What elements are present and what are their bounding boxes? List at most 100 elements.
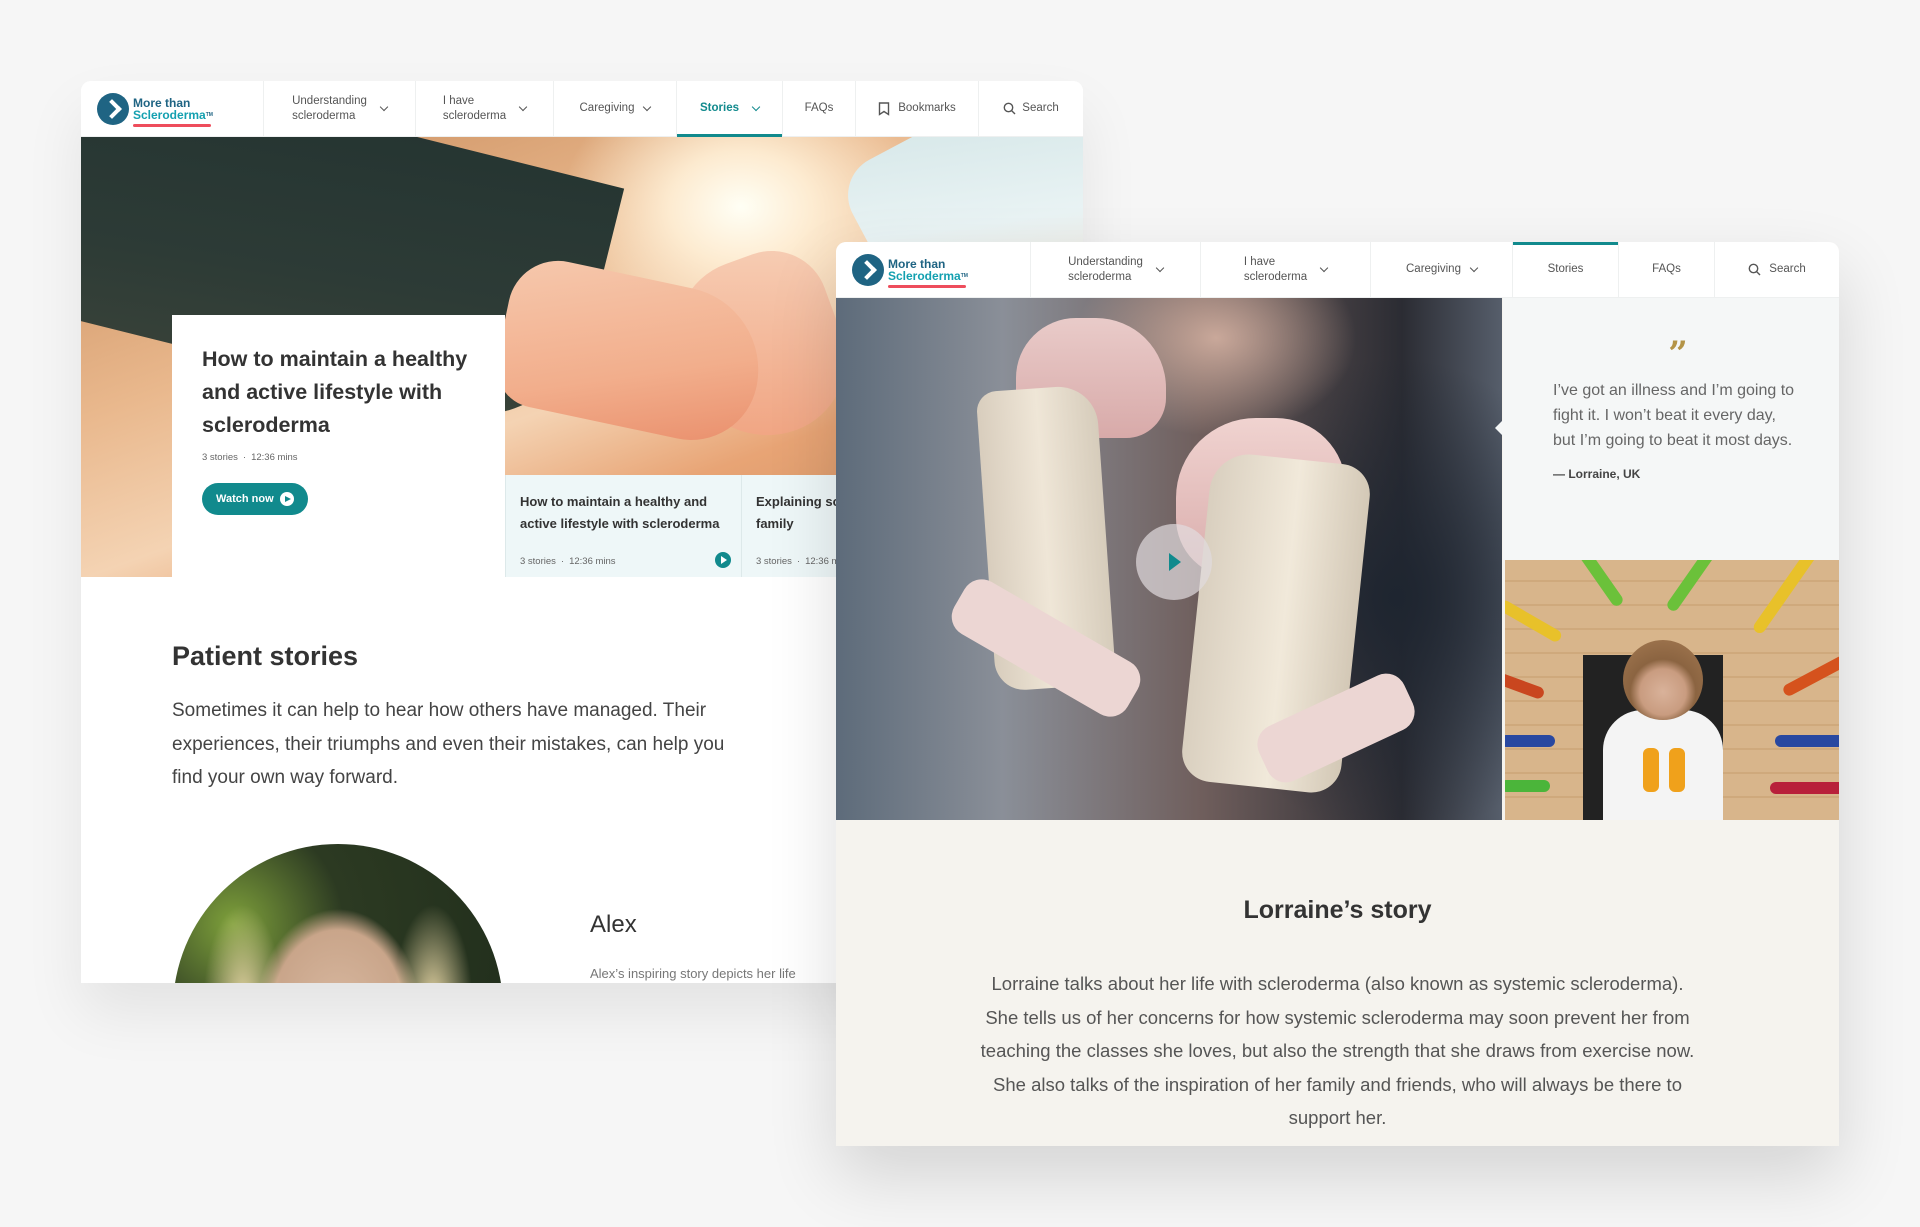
chevron-down-icon [518,102,528,111]
story-card-title: How to maintain a healthy and active lif… [520,494,720,531]
video-player-splinted-hands[interactable] [836,298,1502,820]
chevron-down-icon [1319,263,1329,272]
chevron-down-icon [751,102,761,111]
quote-author: — Lorraine, UK [1553,467,1641,481]
story-detail-page: More than SclerodermaTM Understanding scl… [836,242,1839,1146]
photo-decor [1770,782,1839,794]
search-icon [1003,102,1016,115]
nav-stories[interactable]: Stories [1512,242,1618,297]
patient-stories-section: Patient stories Sometimes it can help to… [172,641,732,795]
nav-stories[interactable]: Stories [676,81,782,137]
story-body: Lorraine talks about her life with scler… [980,973,1695,1128]
story-duration: 12:36 mins [569,556,616,567]
featured-story-meta: 3 stories · 12:36 mins [202,452,298,463]
nav-label: Caregiving [1406,263,1461,275]
photo-decor [1781,654,1839,698]
video-play-button[interactable] [1136,524,1212,600]
portrait-decor [393,904,473,983]
photo-decor [1603,710,1723,820]
logo-underline [133,123,211,127]
main-nav: More than SclerodermaTM Understanding scl… [81,81,1083,137]
nav-label: Search [1022,102,1059,114]
story-section: Lorraine’s story Lorraine talks about he… [836,820,1839,1146]
featured-story-title: How to maintain a healthy and active lif… [202,347,468,437]
logo-trademark: TM [960,272,968,279]
nav-i-have-scleroderma[interactable]: I have scleroderma [415,81,553,136]
nav-faqs[interactable]: FAQs [1618,242,1714,297]
story-count: 3 stories [202,452,238,463]
logo[interactable]: More than SclerodermaTM [836,242,1030,297]
nav-label: scleroderma [292,109,356,122]
story-heading: Lorraine’s story [1243,896,1432,924]
nav-understanding-scleroderma[interactable]: Understanding scleroderma [263,81,415,136]
logo-chevron-icon [852,253,884,286]
photo-decor [1643,748,1659,792]
chevron-down-icon [1155,263,1165,272]
photo-decor [1505,671,1546,701]
quote-icon: ” [1668,334,1688,374]
nav-label: scleroderma [442,109,507,122]
story-duration: 12:36 mins [251,452,298,463]
story-card-meta: 3 stories · 12:36 mins [520,556,616,567]
logo-trademark: TM [205,111,213,118]
alex-portrait[interactable] [173,844,503,983]
nav-bookmarks[interactable]: Bookmarks [855,81,978,136]
watch-now-label: Watch now [216,493,274,505]
nav-label: FAQs [804,102,834,114]
nav-label: I have [1243,255,1276,268]
quote-panel: ” I’ve got an illness and I’m going to f… [1495,298,1839,560]
photo-decor [1751,560,1819,636]
main-nav: More than SclerodermaTM Understanding scl… [836,242,1839,298]
nav-label: scleroderma [1068,270,1132,283]
patient-stories-heading: Patient stories [172,641,359,671]
quote-text: I’ve got an illness and I’m going to fig… [1553,382,1795,449]
nav-faqs[interactable]: FAQs [782,81,855,136]
nav-search[interactable]: Search [1714,242,1839,297]
featured-story-card[interactable]: How to maintain a healthy and active lif… [172,315,505,577]
nav-caregiving[interactable]: Caregiving [553,81,676,136]
nav-search[interactable]: Search [978,81,1083,136]
story-count: 3 stories [756,556,792,567]
nav-label: scleroderma [1243,270,1308,283]
chevron-down-icon [1469,263,1479,272]
chevron-down-icon [643,102,652,111]
photo-decor [1575,560,1625,609]
logo-chevron-icon [97,92,129,125]
search-icon [1748,263,1761,276]
chevron-down-icon [379,102,389,111]
photo-decor [1669,748,1685,792]
photo-decor [1623,640,1703,720]
story-card[interactable]: How to maintain a healthy and active lif… [505,475,741,577]
play-icon [279,492,294,506]
photo-decor [1505,735,1555,747]
nav-label: Stories [700,102,739,114]
quote-notch [1495,418,1505,438]
profile-description: Alex’s inspiring story depicts her life [590,966,796,981]
nav-label: Bookmarks [898,102,956,114]
photo-decor [1665,560,1715,614]
portrait-decor [203,904,283,983]
play-icon[interactable] [715,552,731,568]
nav-i-have-scleroderma[interactable]: I have scleroderma [1200,242,1370,297]
watch-now-button[interactable]: Watch now [202,483,308,515]
nav-understanding-scleroderma[interactable]: Understanding scleroderma [1030,242,1200,297]
nav-label: Caregiving [579,102,635,114]
nav-label: Understanding [1068,255,1143,268]
logo-underline [888,284,966,288]
nav-caregiving[interactable]: Caregiving [1370,242,1512,297]
nav-label: FAQs [1652,263,1681,275]
logo-line2: Scleroderma [133,107,206,122]
logo[interactable]: More than SclerodermaTM [81,81,263,136]
profile-name[interactable]: Alex [590,911,637,939]
exercise-photo [1505,560,1839,820]
nav-label: I have [442,94,475,107]
story-count: 3 stories [520,556,556,567]
nav-label: Understanding [292,94,367,107]
logo-line2: Scleroderma [888,268,961,283]
photo-decor [1505,598,1564,644]
patient-stories-intro: Sometimes it can help to hear how others… [172,700,725,788]
nav-label: Search [1769,263,1806,275]
photo-decor [1775,735,1839,747]
nav-label: Stories [1547,263,1584,275]
photo-decor [1505,780,1550,792]
